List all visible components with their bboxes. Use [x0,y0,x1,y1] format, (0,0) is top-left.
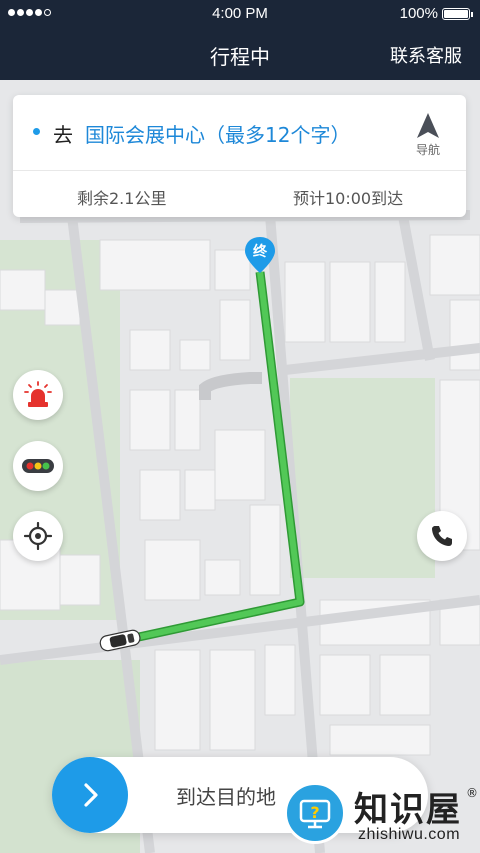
call-button[interactable] [417,511,467,561]
locate-button[interactable] [13,511,63,561]
watermark-brand: 知识屋 [354,790,462,830]
locate-icon [24,522,52,550]
end-marker-label: 终 [253,244,267,260]
trip-info-card: 去 国际会展中心（最多12个字） 导航 剩余2.1公里 预计10:00到达 [13,95,466,217]
destination-row[interactable]: 去 国际会展中心（最多12个字） 导航 [13,95,466,171]
question-badge-icon: ? [284,782,346,844]
traffic-light-icon [22,459,54,473]
alarm-light-icon [24,381,52,407]
remaining-distance: 剩余2.1公里 [77,189,167,208]
battery-indicator: 100% [399,5,473,22]
traffic-button[interactable] [13,441,63,491]
arrive-label: 到达目的地 [176,785,276,809]
destination-name: 国际会展中心（最多12个字） [85,123,351,147]
navigate-arrow-icon [417,113,439,138]
end-marker: 终 [243,235,277,275]
car-icon [99,629,141,652]
phone-icon [432,526,452,546]
navigate-button[interactable]: 导航 [408,111,448,157]
destination-dot [33,128,40,135]
navigate-label: 导航 [415,143,440,157]
watermark-url: zhishiwu.com [358,826,461,843]
estimated-arrival: 预计10:00到达 [293,189,404,208]
watermark-logo: ? 知识屋 ® zhishiwu.com [282,772,480,853]
chevron-right-icon [84,783,98,807]
battery-percent: 100% [399,5,438,22]
go-prefix: 去 [53,123,73,147]
contact-service-button[interactable]: 联系客服 [390,42,462,68]
status-bar: 4:00 PM 100% [0,0,480,28]
battery-icon [442,7,473,20]
alarm-button[interactable] [13,370,63,420]
top-nav-bar: 行程中 联系客服 [0,28,480,80]
slide-handle[interactable] [52,757,128,833]
svg-text:?: ? [310,803,319,822]
watermark-reg-mark: ® [466,786,478,800]
